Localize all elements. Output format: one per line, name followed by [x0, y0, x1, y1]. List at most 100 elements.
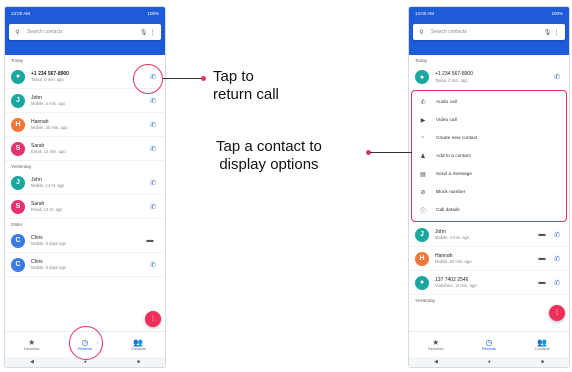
search-bar[interactable]: ⚲ Search contacts 🎙 ⋮ — [413, 24, 565, 40]
call-row[interactable]: ● 137 7402 2546 Vodafone, 11 min. ago ▬ ✆ — [409, 271, 569, 295]
phone-icon[interactable]: ✆ — [147, 97, 159, 105]
app-bar: ⚲ Search contacts 🎙 ⋮ — [5, 19, 165, 55]
status-bar: 13:00 AM 100% — [409, 7, 569, 19]
tab-label: Contacts — [534, 347, 550, 351]
home-icon[interactable]: ● — [488, 359, 491, 365]
avatar: ● — [415, 70, 429, 84]
avatar: C — [11, 257, 25, 272]
option-send-message[interactable]: ▤ Send a message — [412, 165, 566, 183]
option-call-details[interactable]: ⓘ Call details — [412, 201, 566, 219]
status-battery: 100% — [147, 10, 159, 16]
call-row[interactable]: J John Mobile, 4 min. ago ▬ ✆ — [409, 223, 569, 247]
back-icon[interactable]: ◀ — [30, 359, 34, 365]
dialpad-icon: ⁞ — [152, 315, 154, 323]
avatar: ● — [11, 69, 25, 84]
call-row[interactable]: C Chris Mobile, 5 days ago ✆ — [5, 253, 165, 277]
mic-icon[interactable]: 🎙 — [139, 29, 148, 36]
section-header: Older — [11, 222, 23, 227]
phone-recents-screen: 13:00 AM 100% ⚲ Search contacts 🎙 ⋮ Toda… — [4, 6, 166, 368]
call-detail: Email, 14 hr. ago — [31, 207, 63, 212]
tab-recents[interactable]: ◷ Recents — [462, 332, 515, 357]
phone-icon: ✆ — [420, 99, 426, 106]
avatar: ● — [415, 275, 429, 290]
phone-icon[interactable]: ✆ — [551, 231, 563, 239]
option-create-contact[interactable]: ⁺ Create new contact — [412, 129, 566, 147]
call-row[interactable]: C Chris Mobile, 5 days ago ▬ — [5, 229, 165, 253]
message-icon[interactable]: ▬ — [536, 231, 548, 238]
callout-return-call: Tap to return call — [213, 68, 279, 103]
search-bar[interactable]: ⚲ Search contacts 🎙 ⋮ — [9, 24, 161, 40]
call-detail: Mobile, 20 min. ago — [31, 125, 68, 130]
dialpad-fab[interactable]: ⁞ — [145, 311, 161, 327]
search-input[interactable]: Search contacts — [431, 29, 543, 35]
back-icon[interactable]: ◀ — [434, 359, 438, 365]
tab-contacts[interactable]: 👥 Contacts — [516, 332, 569, 357]
tab-contacts[interactable]: 👥 Contacts — [112, 332, 165, 357]
phone-icon[interactable]: ✆ — [551, 255, 563, 263]
search-input[interactable]: Search contacts — [27, 29, 139, 35]
option-video-call[interactable]: ▶ Video call — [412, 111, 566, 129]
recents-list: J John Mobile, 4 min. ago ▬ ✆ H Hannah Mo… — [409, 223, 569, 295]
status-time: 13:00 AM — [415, 10, 435, 16]
info-icon: ⓘ — [419, 208, 426, 215]
call-row[interactable]: H Hannah Mobile, 20 min. ago ✆ — [5, 113, 165, 137]
phone-icon[interactable]: ✆ — [147, 203, 159, 211]
option-block-number[interactable]: ⊘ Block number — [412, 183, 566, 201]
message-icon[interactable]: ▬ — [144, 237, 156, 244]
callout-line — [163, 78, 203, 79]
option-label: Create new contact — [436, 135, 478, 141]
call-row[interactable]: S Sarah Email, 14 min. ago ✆ — [5, 137, 165, 161]
star-icon: ★ — [28, 338, 36, 347]
tab-favorites[interactable]: ★ Favorites — [409, 332, 462, 357]
avatar-initial: C — [15, 237, 21, 244]
avatar: J — [11, 93, 25, 108]
tab-label: Recents — [482, 347, 496, 351]
dialpad-fab[interactable]: ⁞ — [549, 305, 565, 321]
option-audio-call[interactable]: ✆ Audio call — [412, 93, 566, 111]
call-detail: Mobile, 5 days ago — [31, 241, 67, 246]
status-bar: 13:00 AM 100% — [5, 7, 165, 19]
call-detail: Mobile, 4 min. ago — [31, 101, 66, 106]
message-icon[interactable]: ▬ — [536, 255, 548, 262]
callout-line — [370, 152, 412, 153]
avatar: S — [11, 141, 25, 156]
option-add-to-contact[interactable]: ♟ Add to a contact — [412, 147, 566, 165]
section-header: Today — [415, 58, 428, 63]
option-label: Call details — [436, 207, 460, 213]
avatar-initial: H — [419, 255, 425, 262]
option-label: Video call — [436, 117, 457, 123]
recent-apps-icon[interactable]: ■ — [137, 359, 140, 365]
block-icon: ⊘ — [420, 189, 426, 196]
system-nav-bar: ◀ ● ■ — [409, 357, 569, 367]
call-row[interactable]: J John Mobile, 14 hr. ago ✆ — [5, 171, 165, 195]
person-icon: ● — [15, 73, 21, 80]
search-icon: ⚲ — [419, 29, 424, 36]
recent-apps-icon[interactable]: ■ — [541, 359, 544, 365]
mic-icon[interactable]: 🎙 — [543, 29, 552, 36]
call-row-expanded[interactable]: ● +1 234 567-8900 Tassa, 0 min. ago ✆ — [409, 65, 569, 89]
status-battery: 100% — [551, 10, 563, 16]
call-row[interactable]: H Hannah Mobile, 20 min. ago ▬ ✆ — [409, 247, 569, 271]
call-detail: Email, 14 min. ago — [31, 149, 66, 154]
message-icon: ▤ — [420, 171, 426, 178]
tab-favorites[interactable]: ★ Favorites — [5, 332, 58, 357]
option-label: Audio call — [436, 99, 457, 105]
phone-icon[interactable]: ✆ — [551, 279, 563, 287]
video-icon: ▶ — [420, 117, 426, 124]
phone-options-screen: 13:00 AM 100% ⚲ Search contacts 🎙 ⋮ Toda… — [408, 6, 570, 368]
callout-dot — [201, 76, 206, 81]
phone-icon[interactable]: ✆ — [147, 179, 159, 187]
phone-icon[interactable]: ✆ — [147, 145, 159, 153]
phone-icon[interactable]: ✆ — [147, 121, 159, 129]
message-icon[interactable]: ▬ — [536, 279, 548, 286]
more-options-icon[interactable]: ⋮ — [148, 29, 157, 36]
callout-contact-options: Tap a contact to display options — [216, 138, 322, 173]
call-options-menu: ✆ Audio call ▶ Video call ⁺ Create new cont… — [411, 90, 567, 222]
more-options-icon[interactable]: ⋮ — [552, 29, 561, 36]
avatar: S — [11, 199, 25, 214]
person-icon: ♟ — [420, 153, 426, 160]
call-detail: Mobile, 14 hr. ago — [31, 183, 65, 188]
phone-icon[interactable]: ✆ — [147, 261, 159, 269]
phone-icon[interactable]: ✆ — [551, 73, 563, 81]
call-row[interactable]: S Sarah Email, 14 hr. ago ✆ — [5, 195, 165, 219]
